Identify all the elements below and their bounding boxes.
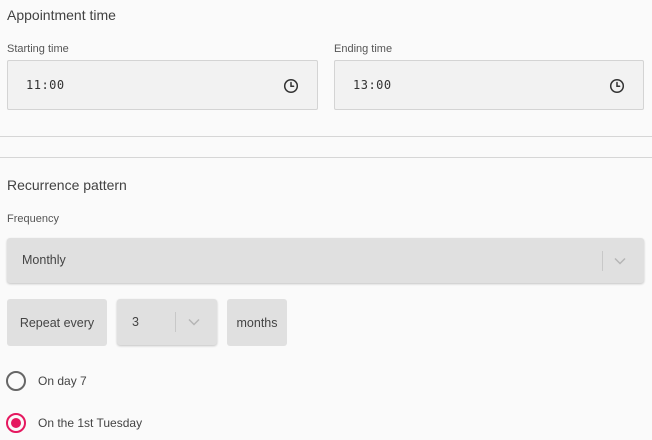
chevron-down-icon[interactable] xyxy=(188,318,200,326)
chevron-down-icon[interactable] xyxy=(614,257,626,265)
divider xyxy=(0,136,652,137)
ending-time-value: 13:00 xyxy=(353,78,392,92)
repeat-every-label: Repeat every xyxy=(7,299,107,346)
starting-time-label: Starting time xyxy=(7,43,69,55)
recurrence-pattern-heading: Recurrence pattern xyxy=(7,177,127,193)
frequency-value: Monthly xyxy=(22,253,66,267)
interval-value: 3 xyxy=(132,315,139,329)
frequency-label: Frequency xyxy=(7,213,59,225)
radio-button-selected[interactable] xyxy=(6,413,26,433)
appointment-time-heading: Appointment time xyxy=(7,7,116,23)
select-separator xyxy=(175,312,176,332)
clock-icon[interactable] xyxy=(609,78,625,94)
starting-time-input[interactable]: 11:00 xyxy=(7,60,318,110)
frequency-select[interactable]: Monthly xyxy=(7,238,644,283)
interval-select[interactable]: 3 xyxy=(117,299,217,345)
radio-label: On the 1st Tuesday xyxy=(38,416,143,430)
starting-time-value: 11:00 xyxy=(26,78,65,92)
radio-label: On day 7 xyxy=(38,374,87,388)
interval-unit-label: months xyxy=(227,299,287,346)
ending-time-input[interactable]: 13:00 xyxy=(334,60,644,110)
radio-button[interactable] xyxy=(6,371,26,391)
clock-icon[interactable] xyxy=(283,78,299,94)
radio-option-day[interactable]: On day 7 xyxy=(6,370,87,392)
divider xyxy=(0,157,652,158)
select-separator xyxy=(602,251,603,271)
ending-time-label: Ending time xyxy=(334,43,393,55)
radio-option-weekday[interactable]: On the 1st Tuesday xyxy=(6,412,142,434)
